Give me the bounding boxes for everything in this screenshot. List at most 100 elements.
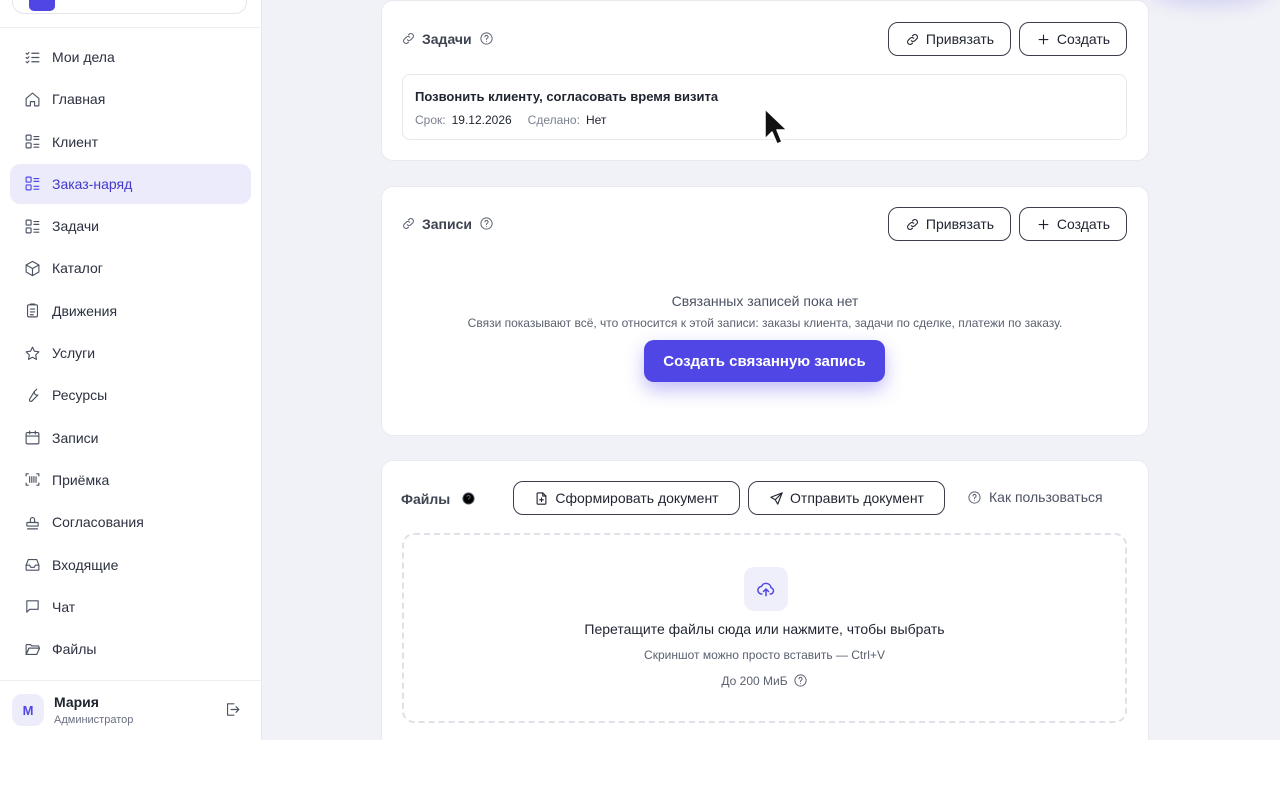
records-empty-subtitle: Связи показывают всё, что относится к эт… <box>467 316 1063 330</box>
how-to-use-link[interactable]: Как пользоваться <box>967 489 1103 505</box>
avatar[interactable]: М <box>12 694 44 726</box>
clipboard-icon <box>23 302 41 320</box>
sidebar-item-label: Входящие <box>52 556 119 573</box>
sidebar-item-label: Чат <box>52 598 76 615</box>
sidebar-item-client[interactable]: Клиент <box>10 122 251 162</box>
task-done: Сделано: Нет <box>528 113 607 127</box>
list-check-icon <box>23 48 41 66</box>
sidebar-item-chat[interactable]: Чат <box>10 587 251 627</box>
send-icon <box>770 491 783 505</box>
tasks-card: Задачи Привязать Создать Позвонить клиен… <box>381 0 1149 161</box>
user-name: Мария <box>54 694 99 710</box>
generate-document-button[interactable]: Сформировать документ <box>513 481 740 515</box>
sidebar-item-label: Услуги <box>52 345 96 362</box>
sidebar-item-inbox[interactable]: Входящие <box>10 545 251 585</box>
sidebar-item-label: Главная <box>52 91 106 108</box>
sidebar-item-records[interactable]: Записи <box>10 418 251 458</box>
records-create-button[interactable]: Создать <box>1019 207 1127 241</box>
sidebar-item-label: Записи <box>52 429 99 446</box>
workspace-logo <box>29 0 55 11</box>
sidebar-item-label: Заказ-наряд <box>52 175 133 192</box>
inbox-icon <box>23 556 41 574</box>
file-plus-icon <box>536 491 547 505</box>
help-icon[interactable] <box>793 673 808 688</box>
sidebar-item-home[interactable]: Главная <box>10 79 251 119</box>
plus-icon <box>1038 34 1049 44</box>
folder-icon <box>23 640 41 658</box>
sidebar-item-catalog[interactable]: Каталог <box>10 248 251 288</box>
sidebar-item-label: Согласования <box>52 514 144 531</box>
sidebar-divider <box>0 680 261 681</box>
dropzone-size-limit: До 200 МиБ <box>404 673 1125 688</box>
sidebar-item-files[interactable]: Файлы <box>10 629 251 669</box>
create-linked-record-button[interactable]: Создать связанную запись <box>644 340 885 382</box>
send-document-button[interactable]: Отправить документ <box>748 481 945 515</box>
task-meta: Срок: 19.12.2026 Сделано: Нет <box>415 113 622 127</box>
sidebar-item-my-tasks[interactable]: Мои дела <box>10 37 251 77</box>
sidebar-item-approvals[interactable]: Согласования <box>10 502 251 542</box>
star-icon <box>23 344 41 362</box>
dropzone-title: Перетащите файлы сюда или нажмите, чтобы… <box>584 621 945 637</box>
task-due-label: Срок: <box>415 113 446 127</box>
sidebar-item-reception[interactable]: Приёмка <box>10 460 251 500</box>
how-to-use-label: Как пользоваться <box>989 489 1103 505</box>
file-dropzone[interactable]: Перетащите файлы сюда или нажмите, чтобы… <box>402 533 1127 723</box>
sidebar-item-tasks[interactable]: Задачи <box>10 206 251 246</box>
task-due-value: 19.12.2026 <box>451 113 512 127</box>
sidebar-item-label: Задачи <box>52 218 100 235</box>
scan-icon <box>23 471 41 489</box>
files-card: Файлы Сформировать документ Отправить до… <box>381 460 1149 740</box>
tasks-card-title: Задачи <box>422 31 472 47</box>
tasks-create-button[interactable]: Создать <box>1019 22 1127 56</box>
help-icon[interactable] <box>461 491 477 507</box>
sidebar-divider <box>0 27 261 28</box>
box-icon <box>23 259 41 277</box>
sidebar-item-label: Приёмка <box>52 471 110 488</box>
tasks-link-label: Привязать <box>925 31 995 47</box>
workspace-switcher[interactable] <box>12 0 247 14</box>
task-done-value: Нет <box>585 113 607 127</box>
sidebar-item-label: Мои дела <box>52 49 115 65</box>
sidebar-item-services[interactable]: Услуги <box>10 333 251 373</box>
upload-cloud-icon <box>744 567 788 611</box>
dropzone-limit-text: До 200 МиБ <box>721 673 788 688</box>
records-link-label: Привязать <box>925 216 995 232</box>
sidebar-item-movements[interactable]: Движения <box>10 291 251 331</box>
tasks-create-label: Создать <box>1056 31 1111 47</box>
link-icon <box>401 216 417 232</box>
tasks-link-button[interactable]: Привязать <box>888 22 1011 56</box>
sidebar-item-label: Клиент <box>52 133 99 150</box>
logout-icon[interactable] <box>224 701 242 719</box>
sidebar-item-resources[interactable]: Ресурсы <box>10 375 251 415</box>
files-card-header: Файлы <box>401 491 477 507</box>
sidebar-item-work-order[interactable]: Заказ-наряд <box>10 163 251 204</box>
sidebar-item-label: Файлы <box>52 641 97 658</box>
generate-document-label: Сформировать документ <box>555 490 719 506</box>
dropzone-subtitle: Скриншот можно просто вставить — Ctrl+V <box>644 648 885 662</box>
task-done-label: Сделано: <box>527 113 580 127</box>
tasks-card-header: Задачи <box>401 31 495 47</box>
list-icon <box>23 133 41 151</box>
wrench-icon <box>23 386 41 404</box>
list-icon <box>23 175 41 193</box>
help-icon[interactable] <box>479 216 495 232</box>
home-icon <box>23 90 41 108</box>
link-icon <box>401 31 417 47</box>
calendar-icon <box>23 429 41 447</box>
user-role: Администратор <box>54 714 134 726</box>
task-due: Срок: 19.12.2026 <box>415 113 512 127</box>
sidebar-item-label: Каталог <box>52 260 103 277</box>
plus-icon <box>1038 219 1049 229</box>
link-icon <box>907 33 918 45</box>
help-icon[interactable] <box>479 31 495 47</box>
user-profile: М Мария Администратор <box>12 694 252 728</box>
sidebar-nav: Мои дела Главная Клиент Заказ-наряд Зада… <box>10 37 251 671</box>
records-link-button[interactable]: Привязать <box>888 207 1011 241</box>
help-icon <box>968 490 981 504</box>
sidebar-item-label: Движения <box>52 302 118 319</box>
records-empty-title: Связанных записей пока нет <box>671 293 859 309</box>
list-icon <box>23 217 41 235</box>
link-icon <box>907 218 918 230</box>
send-document-label: Отправить документ <box>790 490 924 506</box>
task-item[interactable]: Позвонить клиенту, согласовать время виз… <box>402 74 1127 140</box>
